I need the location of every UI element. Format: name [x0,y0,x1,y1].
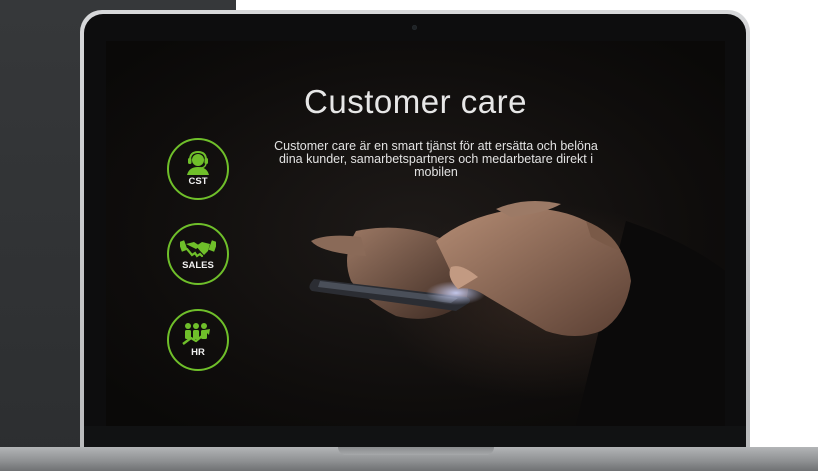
badge-label: HR [191,347,205,358]
badge-label: SALES [182,260,214,271]
headset-agent-icon [187,151,209,175]
team-growth-icon [182,323,210,345]
hr-badge[interactable]: HR [167,309,229,371]
laptop-screen: Customer care Customer care är en smart … [106,41,725,426]
handshake-icon [180,240,216,258]
camera-icon [412,25,417,30]
slide-description: Customer care är en smart tjänst för att… [274,139,598,179]
sales-badge[interactable]: SALES [167,223,229,285]
slide-title: Customer care [304,83,527,120]
badge-label: CST [188,176,208,187]
stage: Customer care Customer care är en smart … [0,0,818,471]
cst-badge[interactable]: CST [167,138,229,200]
laptop-chin [84,426,746,448]
laptop-base-notch [338,447,494,455]
